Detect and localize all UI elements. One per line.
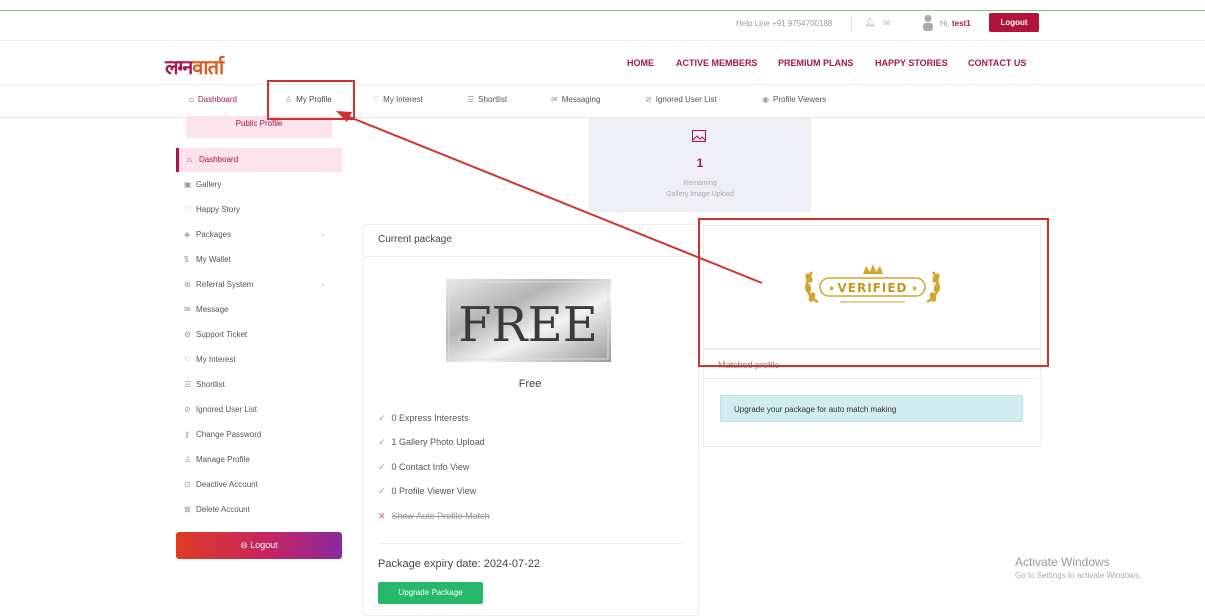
sidebar-item-my-wallet[interactable]: $ My Wallet <box>176 248 342 272</box>
feature-item: ✓ 1 Gallery Photo Upload <box>378 437 485 447</box>
home-icon: ⌂ <box>187 155 192 164</box>
sidebar-item-ignored-user-list[interactable]: ⊘ Ignored User List <box>176 398 342 422</box>
top-divider <box>0 10 1205 11</box>
chevron-right-icon: › <box>321 280 324 289</box>
home-icon: ⌂ <box>189 95 194 104</box>
avatar[interactable] <box>922 14 934 31</box>
free-package-image: FREE <box>446 279 611 362</box>
divider <box>363 256 697 257</box>
sidebar-item-manage-profile[interactable]: ♙ Manage Profile <box>176 448 342 472</box>
dashboard-subnav <box>0 84 1205 118</box>
sidebar-item-happy-story[interactable]: ♡ Happy Story <box>176 198 342 222</box>
divider <box>378 543 682 544</box>
sidebar-item-packages[interactable]: ◈ Packages › <box>176 223 342 247</box>
nav-happy-stories[interactable]: HAPPY STORIES <box>875 58 948 68</box>
logout-button[interactable]: Logout <box>989 13 1039 32</box>
lock-icon: ⊡ <box>184 480 191 489</box>
nav-contact-us[interactable]: CONTACT US <box>968 58 1026 68</box>
cross-icon: ✕ <box>378 511 386 521</box>
gallery-remaining-label: Remaining Gallery Image Upload <box>666 180 734 198</box>
check-icon: ✓ <box>378 413 386 423</box>
heart-icon: ♡ <box>372 95 380 104</box>
subnav-profile-viewers[interactable]: ◉ Profile Viewers <box>762 95 826 104</box>
annotation-highlight-my-profile <box>267 80 355 120</box>
sidebar-item-message[interactable]: ✉ Message <box>176 298 342 322</box>
key-icon: ⚷ <box>184 430 190 439</box>
nav-home[interactable]: HOME <box>627 58 654 68</box>
share-icon: ⊛ <box>184 280 191 289</box>
header-divider <box>0 40 1205 41</box>
windows-activation-subtitle: Go to Settings to activate Windows. <box>1015 571 1142 580</box>
nav-premium-plans[interactable]: PREMIUM PLANS <box>778 58 854 68</box>
image-icon: ▣ <box>184 180 192 189</box>
divider <box>851 17 852 31</box>
sidebar-item-shortlist[interactable]: ☰ Shortlist <box>176 373 342 397</box>
gallery-remaining-count: 1 <box>696 156 704 170</box>
sidebar-item-my-interest[interactable]: ♡ My Interest <box>176 348 342 372</box>
user-icon: ♙ <box>184 455 192 464</box>
sidebar-item-delete-account[interactable]: ⊠ Delete Account <box>176 498 342 522</box>
sidebar-item-support-ticket[interactable]: ⚙ Support Ticket <box>176 323 342 347</box>
heart-icon: ♡ <box>184 355 192 364</box>
image-icon <box>692 130 706 142</box>
sidebar-logout-button[interactable]: ⊖ Logout <box>176 532 342 559</box>
subnav-my-interest[interactable]: ♡ My Interest <box>372 95 423 104</box>
svg-text:FREE: FREE <box>458 297 598 353</box>
user-greeting: Hi, test1 <box>940 19 971 28</box>
helpline-text: Help Line +91 9754700188 <box>736 19 833 28</box>
logout-icon: ⊖ <box>240 540 251 550</box>
feature-item-excluded: ✕ Show Auto Profile Match <box>378 511 490 521</box>
mail-icon: ✉ <box>551 95 558 104</box>
bell-icon[interactable]: 🔔︎ <box>864 17 875 28</box>
username: test1 <box>952 19 971 28</box>
mail-icon[interactable]: ✉ <box>883 18 891 29</box>
site-logo[interactable]: लग्नवार्ता <box>165 53 224 80</box>
feature-item: ✓ 0 Contact Info View <box>378 462 470 472</box>
sidebar-item-change-password[interactable]: ⚷ Change Password <box>176 423 342 447</box>
annotation-highlight-verified <box>698 218 1049 367</box>
feature-item: ✓ 0 Express Interests <box>378 413 469 423</box>
package-name: Free <box>518 378 542 390</box>
package-expiry-date: Package expiry date: 2024-07-22 <box>378 558 541 570</box>
mail-icon: ✉ <box>184 305 191 314</box>
package-icon: ◈ <box>184 230 191 239</box>
sidebar-item-gallery[interactable]: ▣ Gallery <box>176 173 342 197</box>
nav-active-members[interactable]: ACTIVE MEMBERS <box>676 58 758 68</box>
eye-icon: ◉ <box>762 95 769 104</box>
dollar-icon: $ <box>184 255 189 264</box>
subnav-shortlist[interactable]: ☰ Shortlist <box>467 95 507 104</box>
list-icon: ☰ <box>184 380 192 389</box>
subnav-dashboard[interactable]: ⌂ Dashboard <box>189 95 237 104</box>
heart-icon: ♡ <box>184 205 192 214</box>
sidebar-item-deactive-account[interactable]: ⊡ Deactive Account <box>176 473 342 497</box>
subnav-messaging[interactable]: ✉ Messaging <box>551 95 600 104</box>
chevron-right-icon: › <box>321 230 324 239</box>
windows-activation-title: Activate Windows <box>1015 555 1110 569</box>
current-package-title: Current package <box>378 234 452 245</box>
upgrade-alert: Upgrade your package for auto match maki… <box>720 395 1023 422</box>
ban-icon: ⊘ <box>184 405 191 414</box>
subnav-ignored-user-list[interactable]: ⊘ Ignored User List <box>645 95 717 104</box>
divider <box>703 378 1039 379</box>
upgrade-package-button[interactable]: Upgrade Package <box>378 582 483 604</box>
check-icon: ✓ <box>378 437 386 447</box>
list-icon: ☰ <box>467 95 475 104</box>
sidebar-item-dashboard[interactable]: ⌂ Dashboard <box>176 148 342 172</box>
ban-icon: ⊘ <box>645 95 652 104</box>
check-icon: ✓ <box>378 462 386 472</box>
feature-item: ✓ 0 Profile Viewer View <box>378 486 477 496</box>
trash-icon: ⊠ <box>184 505 191 514</box>
check-icon: ✓ <box>378 486 386 496</box>
gear-icon: ⚙ <box>184 330 192 339</box>
sidebar-item-referral-system[interactable]: ⊛ Referral System › <box>176 273 342 297</box>
